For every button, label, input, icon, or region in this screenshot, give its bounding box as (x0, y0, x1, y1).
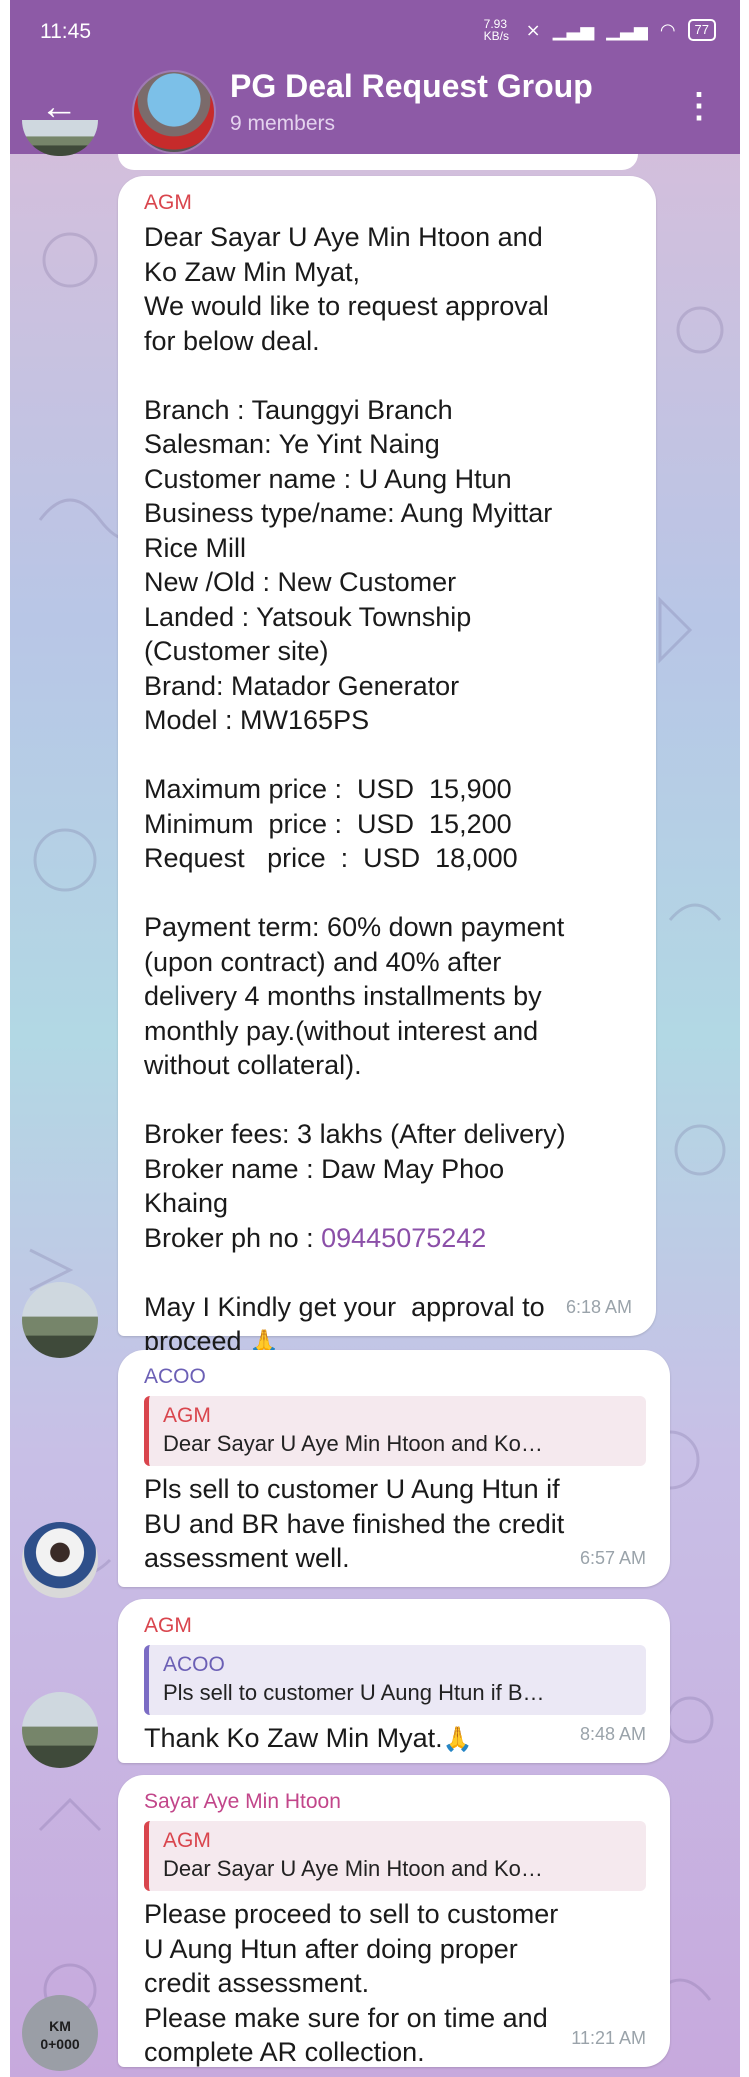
message-time: 6:18 AM (565, 1296, 632, 1317)
message-body: Thank Ko Zaw Min Myat. (144, 1723, 443, 1753)
reply-quote[interactable]: ACOO Pls sell to customer U Aung Htun if… (144, 1645, 646, 1715)
reply-quote[interactable]: AGM Dear Sayar U Aye Min Htoon and Ko… (144, 1396, 646, 1466)
previous-message-edge (118, 154, 638, 170)
reply-sender: AGM (163, 1829, 211, 1852)
sender-name[interactable]: Sayar Aye Min Htoon (144, 1789, 646, 1815)
sender-name[interactable]: AGM (144, 190, 632, 216)
message-time: 8:48 AM (579, 1723, 646, 1744)
phone-link[interactable]: 09445075242 (321, 1223, 486, 1253)
reply-sender: ACOO (163, 1653, 225, 1676)
status-time: 11:45 (40, 20, 91, 43)
signal-icon: ▁▃▅ (552, 19, 595, 40)
user-avatar[interactable] (22, 1692, 98, 1768)
wifi-icon: ◠ (659, 19, 676, 40)
signal-2-icon: ▁▃▅ (606, 19, 648, 40)
member-count: 9 members (230, 112, 336, 135)
net-speed: 7.93 KB/s (483, 17, 509, 43)
chat-header: ← PG Deal Request Group 9 members ⋮ (10, 62, 740, 154)
group-avatar[interactable] (132, 70, 216, 154)
reply-quote[interactable]: AGM Dear Sayar U Aye Min Htoon and Ko… (144, 1821, 646, 1891)
praying-hands-emoji: 🙏 (442, 1726, 473, 1753)
message-text: Thank Ko Zaw Min Myat.🙏 (144, 1721, 646, 1758)
more-options-icon[interactable]: ⋮ (682, 84, 716, 128)
chat-screen: 11:45 7.93 KB/s ⨯ ▁▃▅ ▁▃▅ ◠ 77 ← PG Deal… (10, 0, 740, 2077)
reply-text: Dear Sayar U Aye Min Htoon and Ko… (163, 1856, 543, 1881)
reply-text: Dear Sayar U Aye Min Htoon and Ko… (163, 1431, 543, 1456)
user-avatar[interactable] (22, 1282, 98, 1358)
sender-name[interactable]: AGM (144, 1613, 646, 1639)
message-bubble[interactable]: AGM Dear Sayar U Aye Min Htoon and Ko Za… (118, 176, 656, 1356)
message-bubble[interactable]: Sayar Aye Min Htoon AGM Dear Sayar U Aye… (118, 1775, 670, 2067)
battery-icon: 77 (687, 19, 716, 41)
status-bar: 11:45 7.93 KB/s ⨯ ▁▃▅ ▁▃▅ ◠ 77 (10, 0, 740, 62)
reply-sender: AGM (163, 1404, 211, 1427)
message-body: Dear Sayar U Aye Min Htoon and Ko Zaw Mi… (144, 222, 566, 1253)
message-closing: May I Kindly get your approval to procee… (144, 1291, 545, 1357)
group-title[interactable]: PG Deal Request Group (230, 68, 593, 105)
mute-icon: ⨯ (525, 19, 541, 40)
message-bubble[interactable]: AGM ACOO Pls sell to customer U Aung Htu… (118, 1599, 670, 1763)
status-icons: 7.93 KB/s ⨯ ▁▃▅ ▁▃▅ ◠ 77 (484, 18, 716, 42)
message-time: 11:21 AM (571, 2027, 646, 2048)
reply-text: Pls sell to customer U Aung Htun if B… (163, 1680, 545, 1705)
sender-name[interactable]: ACOO (144, 1364, 646, 1390)
message-time: 6:57 AM (579, 1547, 646, 1568)
user-avatar[interactable] (22, 1522, 98, 1598)
message-text: Dear Sayar U Aye Min Htoon and Ko Zaw Mi… (144, 220, 632, 1361)
message-bubble[interactable]: ACOO AGM Dear Sayar U Aye Min Htoon and … (118, 1350, 670, 1587)
user-avatar-km[interactable]: KM 0+000 (22, 1995, 98, 2071)
message-text: Pls sell to customer U Aung Htun if BU a… (144, 1474, 565, 1573)
